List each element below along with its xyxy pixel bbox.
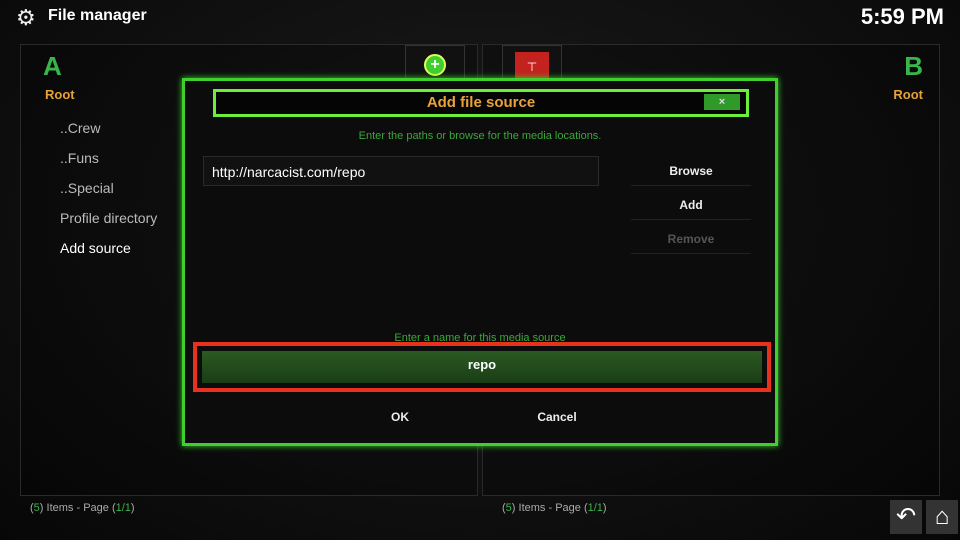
path-input[interactable]: http://narcacist.com/repo: [203, 156, 599, 186]
pane-letter: B: [904, 51, 923, 81]
back-button[interactable]: ↶: [890, 500, 922, 534]
pane-path: Root: [893, 87, 923, 102]
plus-icon: +: [424, 54, 446, 76]
dialog-title: Add file source: [426, 94, 536, 111]
page-title: File manager: [48, 7, 147, 24]
list-item[interactable]: Profile directory: [60, 210, 157, 226]
home-icon: ⌂: [934, 503, 950, 530]
ok-button[interactable]: OK: [340, 401, 460, 433]
left-footer: (5) Items - Page (1/1): [30, 502, 135, 514]
remove-button[interactable]: Remove: [631, 224, 751, 254]
pane-path: Root: [45, 87, 75, 102]
back-arrow-icon: ↶: [895, 503, 917, 530]
list-item[interactable]: Add source: [60, 240, 131, 256]
list-item[interactable]: ..Special: [60, 180, 114, 196]
paths-hint: Enter the paths or browse for the media …: [358, 130, 602, 142]
pane-letter: A: [43, 51, 62, 81]
add-file-source-dialog: Add file source × Enter the paths or bro…: [182, 78, 778, 446]
name-highlight: repo: [193, 342, 771, 392]
list-item[interactable]: ..Funs: [60, 150, 99, 166]
home-button[interactable]: ⌂: [926, 500, 958, 534]
browse-button[interactable]: Browse: [631, 156, 751, 186]
right-footer: (5) Items - Page (1/1): [502, 502, 607, 514]
list-item[interactable]: ..Crew: [60, 120, 100, 136]
close-button[interactable]: ×: [704, 94, 740, 110]
clock: 5:59 PM: [860, 4, 944, 29]
add-path-button[interactable]: Add: [631, 190, 751, 220]
dialog-header: Add file source ×: [213, 89, 749, 117]
name-input[interactable]: repo: [202, 351, 762, 383]
gear-icon: ⚙: [16, 5, 36, 30]
cancel-button[interactable]: Cancel: [497, 401, 617, 433]
